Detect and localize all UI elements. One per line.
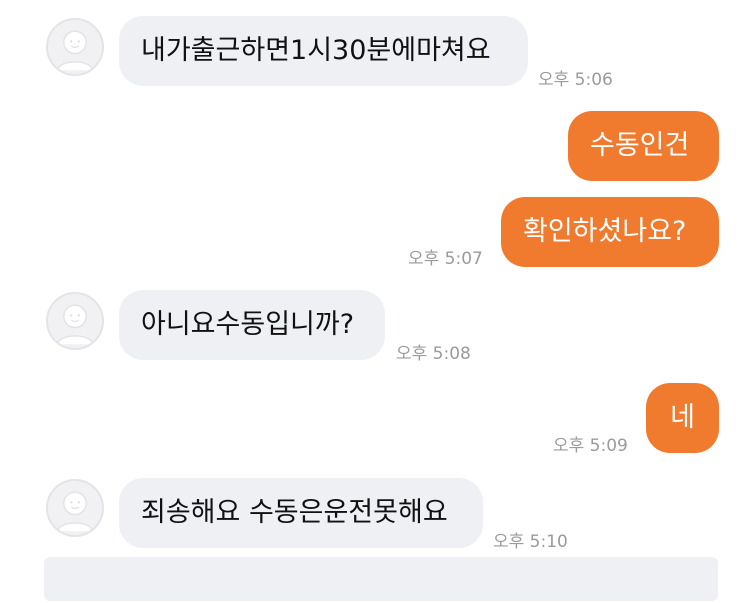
profile-avatar-icon[interactable] [46,292,104,350]
message-timestamp: 오후 5:07 [408,249,483,269]
message-timestamp: 오후 5:10 [493,532,568,552]
message-bubble-incoming[interactable]: 내가출근하면1시30분에마쳐요 [119,16,528,86]
message-timestamp: 오후 5:09 [553,436,628,456]
message-timestamp: 오후 5:08 [396,344,471,364]
profile-avatar-icon[interactable] [46,18,104,76]
message-input-bar[interactable] [44,557,718,601]
message-bubble-outgoing[interactable]: 확인하셨나요? [501,197,719,267]
chat-thread: 내가출근하면1시30분에마쳐요 오후 5:06 수동인건 오후 5:07 확인하… [0,0,750,603]
message-bubble-incoming[interactable]: 죄송해요 수동은운전못해요 [119,478,483,548]
message-bubble-incoming[interactable]: 아니요수동입니까? [119,290,385,360]
message-bubble-outgoing[interactable]: 네 [646,383,719,453]
profile-avatar-icon[interactable] [46,479,104,537]
message-bubble-outgoing[interactable]: 수동인건 [568,111,719,181]
message-timestamp: 오후 5:06 [538,70,613,90]
